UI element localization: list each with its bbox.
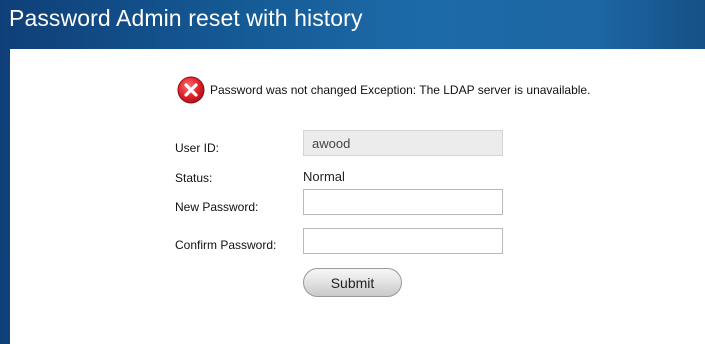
status-label: Status:: [175, 171, 213, 185]
status-value: Normal: [303, 169, 345, 184]
error-alert: Password was not changed Exception: The …: [177, 76, 590, 104]
user-id-label: User ID:: [175, 141, 220, 155]
error-x-icon: [177, 76, 205, 104]
confirm-password-label: Confirm Password:: [175, 238, 277, 252]
user-id-field: [303, 130, 503, 156]
page-title: Password Admin reset with history: [9, 5, 363, 31]
header-bar: Password Admin reset with history: [0, 0, 705, 38]
new-password-label: New Password:: [175, 200, 259, 214]
new-password-field[interactable]: [303, 189, 503, 215]
error-message: Password was not changed Exception: The …: [210, 83, 591, 97]
confirm-password-field[interactable]: [303, 228, 503, 254]
submit-button[interactable]: Submit: [303, 268, 402, 297]
main-panel: Password was not changed Exception: The …: [10, 49, 705, 344]
